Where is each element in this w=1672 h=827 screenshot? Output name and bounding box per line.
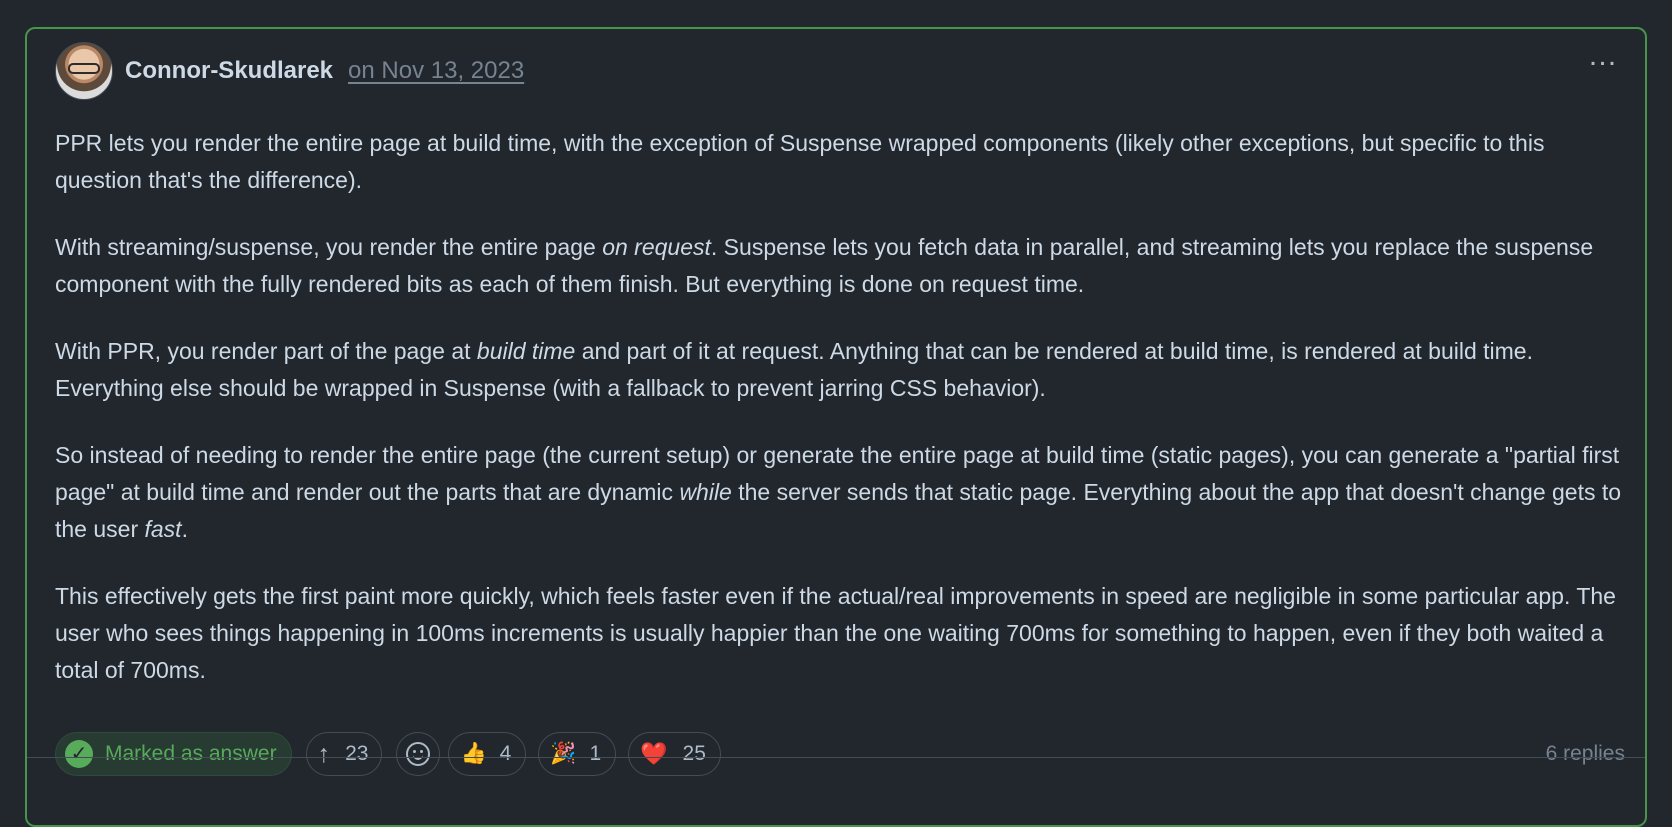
add-reaction-button[interactable] bbox=[396, 732, 441, 776]
avatar[interactable] bbox=[55, 42, 113, 100]
marked-as-answer-badge[interactable]: ✓ Marked as answer bbox=[55, 732, 292, 776]
smiley-icon bbox=[406, 742, 431, 766]
paragraph-3-text: With PPR, you render part of the page at bbox=[55, 338, 477, 364]
reaction-count: 25 bbox=[682, 742, 706, 765]
paragraph-2-emphasis: on request bbox=[602, 234, 711, 260]
paragraph-4: So instead of needing to render the enti… bbox=[55, 437, 1625, 548]
arrow-up-icon: ↑ bbox=[317, 739, 331, 768]
paragraph-2-text: With streaming/suspense, you render the … bbox=[55, 234, 603, 260]
paragraph-1: PPR lets you render the entire page at b… bbox=[55, 130, 1545, 193]
paragraph-2: With streaming/suspense, you render the … bbox=[55, 229, 1625, 303]
reaction-heart[interactable]: ❤️ 25 bbox=[628, 732, 721, 776]
heart-icon: ❤️ bbox=[640, 741, 668, 766]
paragraph-4-emphasis-while: while bbox=[679, 479, 732, 505]
reaction-thumbs-up[interactable]: 👍 4 bbox=[448, 732, 527, 776]
paragraph-5: This effectively gets the first paint mo… bbox=[55, 583, 1616, 683]
paragraph-4-text-end: . bbox=[181, 516, 188, 542]
check-circle-icon: ✓ bbox=[65, 740, 93, 768]
paragraph-3: With PPR, you render part of the page at… bbox=[55, 333, 1625, 407]
comment-footer: ✓ Marked as answer ↑ 23 👍 4 🎉 1 ❤️ 25 6 … bbox=[55, 731, 1625, 777]
reaction-count: 1 bbox=[589, 742, 602, 765]
comment-date-link[interactable]: on Nov 13, 2023 bbox=[348, 57, 524, 85]
replies-count[interactable]: 6 replies bbox=[1546, 742, 1625, 766]
reaction-party[interactable]: 🎉 1 bbox=[538, 732, 617, 776]
footer-divider bbox=[27, 757, 1645, 758]
glasses-icon bbox=[68, 63, 100, 74]
paragraph-4-emphasis-fast: fast bbox=[144, 516, 182, 542]
more-options-button[interactable]: … bbox=[1585, 41, 1621, 73]
thumbs-up-icon: 👍 bbox=[460, 742, 487, 765]
paragraph-3-emphasis: build time bbox=[476, 338, 576, 364]
upvote-count: 23 bbox=[345, 742, 369, 765]
author-name[interactable]: Connor-Skudlarek bbox=[125, 57, 333, 85]
comment-header: Connor-Skudlarek on Nov 13, 2023 bbox=[55, 42, 524, 100]
discussion-comment-card: Connor-Skudlarek on Nov 13, 2023 … PPR l… bbox=[25, 27, 1647, 827]
upvote-button[interactable]: ↑ 23 bbox=[305, 732, 383, 776]
reaction-count: 4 bbox=[499, 742, 512, 765]
comment-body: PPR lets you render the entire page at b… bbox=[55, 125, 1625, 719]
party-popper-icon: 🎉 bbox=[550, 742, 577, 765]
marked-as-answer-label: Marked as answer bbox=[105, 742, 277, 765]
